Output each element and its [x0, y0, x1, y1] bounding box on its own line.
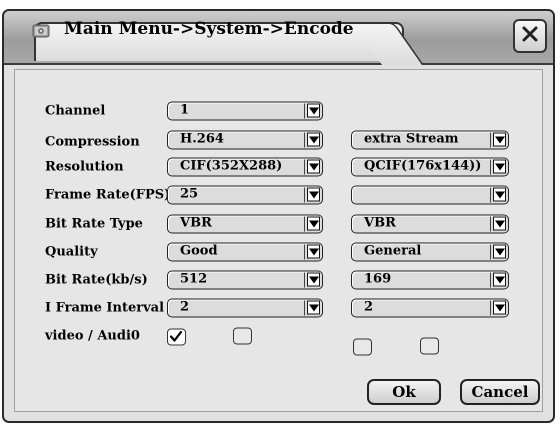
extra-quality-select[interactable]: General	[351, 242, 509, 262]
extra-bit-rate-type-value: VBR	[364, 215, 396, 231]
extra-frame-rate-select[interactable]	[351, 185, 509, 205]
compression-select[interactable]: H.264	[167, 130, 323, 150]
quality-value: Good	[180, 243, 218, 259]
extra-resolution-value: QCIF(176x144))	[364, 158, 482, 174]
extra-bit-rate-type-select[interactable]: VBR	[351, 214, 509, 234]
chevron-down-icon	[307, 216, 320, 231]
i-frame-interval-label: I Frame Interval	[45, 300, 165, 316]
channel-value: 1	[180, 102, 190, 118]
extra-video-checkbox[interactable]	[353, 338, 372, 356]
main-video-checkbox[interactable]	[167, 328, 186, 346]
chevron-down-icon	[307, 187, 320, 202]
extra-i-frame-interval-select[interactable]: 2	[351, 298, 509, 318]
compression-value: H.264	[180, 131, 224, 147]
close-button[interactable]	[513, 19, 547, 53]
extra-bit-rate-value: 169	[364, 271, 392, 287]
bit-rate-type-value: VBR	[180, 215, 212, 231]
chevron-down-icon	[307, 272, 320, 287]
extra-quality-value: General	[364, 243, 422, 259]
close-icon	[520, 24, 540, 48]
chevron-down-icon	[493, 244, 506, 259]
bit-rate-type-label: Bit Rate Type	[45, 216, 143, 232]
chevron-down-icon	[493, 272, 506, 287]
chevron-down-icon	[307, 300, 320, 315]
main-audio-checkbox[interactable]	[233, 327, 252, 345]
bit-rate-label: Bit Rate(kb/s)	[45, 272, 148, 288]
chevron-down-icon	[307, 132, 320, 147]
encode-settings-panel: Channel Compression Resolution Frame Rat…	[14, 69, 543, 412]
compression-label: Compression	[45, 134, 140, 150]
bit-rate-select[interactable]: 512	[167, 270, 323, 290]
chevron-down-icon	[493, 216, 506, 231]
i-frame-interval-value: 2	[180, 299, 190, 315]
encode-dialog: Main Menu->System->Encode Channel Compre…	[2, 9, 555, 423]
quality-select[interactable]: Good	[167, 242, 323, 262]
i-frame-interval-select[interactable]: 2	[167, 298, 323, 318]
frame-rate-select[interactable]: 25	[167, 185, 323, 205]
frame-rate-value: 25	[180, 186, 199, 202]
checkmark-icon	[169, 330, 183, 342]
title-bar: Main Menu->System->Encode	[4, 11, 553, 65]
chevron-down-icon	[307, 103, 320, 118]
video-audio-label: video / Audi0	[45, 328, 140, 344]
cancel-button[interactable]: Cancel	[460, 379, 540, 405]
stream-type-select[interactable]: extra Stream	[351, 130, 509, 150]
resolution-select[interactable]: CIF(352X288)	[167, 157, 323, 177]
frame-rate-label: Frame Rate(FPS)	[45, 187, 171, 203]
channel-select[interactable]: 1	[167, 101, 323, 121]
chevron-down-icon	[493, 159, 506, 174]
gear-icon	[32, 23, 50, 39]
chevron-down-icon	[307, 159, 320, 174]
chevron-down-icon	[493, 132, 506, 147]
extra-i-frame-interval-value: 2	[364, 299, 374, 315]
extra-audio-checkbox[interactable]	[420, 337, 439, 355]
chevron-down-icon	[307, 244, 320, 259]
ok-button[interactable]: Ok	[367, 379, 441, 405]
bit-rate-type-select[interactable]: VBR	[167, 214, 323, 234]
resolution-label: Resolution	[45, 159, 124, 175]
chevron-down-icon	[493, 300, 506, 315]
page-title: Main Menu->System->Encode	[64, 19, 354, 39]
bit-rate-value: 512	[180, 271, 208, 287]
extra-resolution-select[interactable]: QCIF(176x144))	[351, 157, 509, 177]
extra-bit-rate-select[interactable]: 169	[351, 270, 509, 290]
stream-type-value: extra Stream	[364, 131, 459, 147]
chevron-down-icon	[493, 187, 506, 202]
channel-label: Channel	[45, 103, 106, 119]
quality-label: Quality	[45, 244, 98, 260]
resolution-value: CIF(352X288)	[180, 158, 283, 174]
